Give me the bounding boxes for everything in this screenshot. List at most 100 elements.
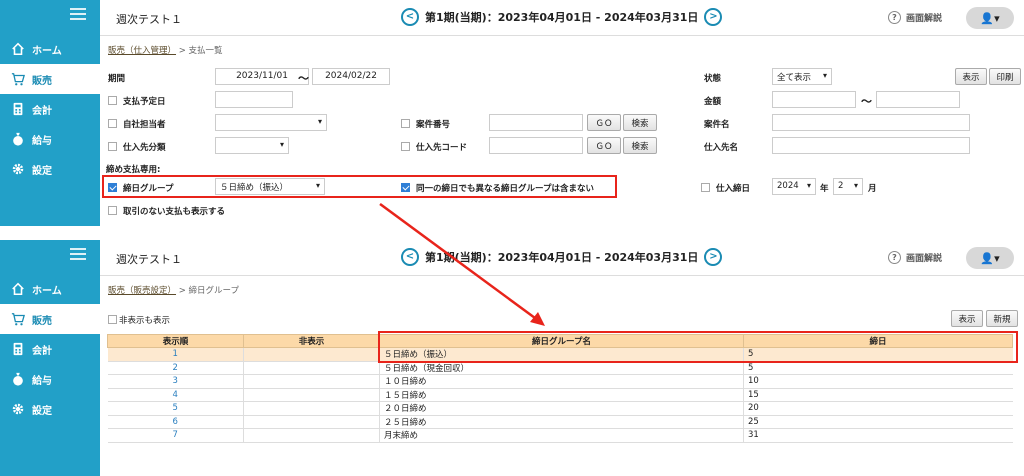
purchase-close-checkbox[interactable] (701, 183, 710, 192)
question-icon: ? (888, 11, 901, 24)
row-order-link[interactable]: 5 (107, 401, 244, 416)
gear-icon (10, 161, 26, 177)
money-bag-icon (10, 371, 26, 387)
question-icon: ? (888, 251, 901, 264)
home-icon (10, 41, 26, 57)
breadcrumb-current: 締日グループ (188, 286, 240, 296)
next-period-button[interactable]: > (704, 248, 723, 266)
due-date-checkbox[interactable] (108, 96, 117, 105)
amount-from-input[interactable] (772, 91, 856, 108)
month-select[interactable]: 2 (833, 178, 863, 195)
row-name: ２５日締め (379, 415, 744, 429)
row-order-link[interactable]: 3 (107, 374, 244, 389)
new-button[interactable]: 新規 (986, 310, 1018, 327)
table-row[interactable]: 6 ２５日締め 25 (107, 415, 1013, 429)
period-selector: < 第1期(当期)：2023年04月01日 - 2024年03月31日 > (395, 248, 728, 266)
breadcrumb-sep: > (176, 286, 189, 296)
row-hidden (243, 374, 380, 389)
prev-period-button[interactable]: < (401, 248, 419, 266)
sidebar-item-accounting[interactable]: 会計 (0, 334, 100, 364)
calculator-icon (10, 341, 26, 357)
sidebar-item-home[interactable]: ホーム (0, 34, 100, 64)
supplier-class-checkbox[interactable] (108, 142, 117, 151)
column-header: 非表示 (243, 334, 380, 348)
amount-to-input[interactable] (876, 91, 960, 108)
prev-period-button[interactable]: < (401, 8, 419, 26)
table-row[interactable]: 7 月末締め 31 (107, 428, 1013, 443)
row-name: ５日締め（現金回収） (379, 361, 744, 375)
staff-select[interactable] (215, 114, 327, 131)
next-period-button[interactable]: > (704, 8, 723, 26)
date-from-input[interactable]: 2023/11/01 (215, 68, 309, 85)
sidebar-item-settings[interactable]: 設定 (0, 154, 100, 184)
row-order-link[interactable]: 2 (107, 361, 244, 375)
project-no-label: 案件番号 (416, 120, 451, 130)
show-hidden-checkbox[interactable] (108, 315, 117, 324)
project-search-button[interactable]: 検索 (623, 114, 657, 131)
help-link[interactable]: ? 画面解説 (888, 251, 942, 264)
user-menu-button[interactable]: 👤▾ (966, 7, 1014, 29)
amount-tilde: 〜 (861, 95, 872, 108)
app-title: 週次テスト１ (116, 13, 182, 26)
sidebar-item-home[interactable]: ホーム (0, 274, 100, 304)
row-order-link[interactable]: 4 (107, 388, 244, 402)
row-day: 25 (743, 415, 1013, 429)
show-button[interactable]: 表示 (951, 310, 983, 327)
sidebar-item-sales[interactable]: 販売 (0, 304, 100, 334)
sidebar-item-payroll[interactable]: 給与 (0, 364, 100, 394)
column-header: 表示順 (107, 334, 244, 348)
home-icon (10, 281, 26, 297)
sidebar-item-label: ホーム (32, 45, 62, 57)
supplier-code-checkbox[interactable] (401, 142, 410, 151)
sidebar-item-accounting[interactable]: 会計 (0, 94, 100, 124)
status-select[interactable]: 全て表示 (772, 68, 832, 85)
supplier-search-button[interactable]: 検索 (623, 137, 657, 154)
due-date-input[interactable] (215, 91, 293, 108)
period-label: 第1期(当期)：2023年04月01日 - 2024年03月31日 (425, 251, 699, 264)
table-row[interactable]: 2 ５日締め（現金回収） 5 (107, 361, 1013, 375)
row-order-link[interactable]: 1 (107, 347, 244, 362)
status-label: 状態 (704, 74, 722, 84)
table-row[interactable]: 4 １５日締め 15 (107, 388, 1013, 402)
header: 週次テスト１ < 第1期(当期)：2023年04月01日 - 2024年03月3… (100, 0, 1024, 36)
supplier-go-button[interactable]: ＧＯ (587, 137, 621, 154)
supplier-name-label: 仕入先名 (704, 143, 739, 153)
date-to-input[interactable]: 2024/02/22 (312, 68, 390, 85)
supplier-code-input[interactable] (489, 137, 583, 154)
no-transaction-label: 取引のない支払も表示する (123, 207, 226, 217)
row-order-link[interactable]: 6 (107, 415, 244, 429)
project-go-button[interactable]: ＧＯ (587, 114, 621, 131)
supplier-code-label: 仕入先コード (416, 143, 468, 153)
project-no-checkbox[interactable] (401, 119, 410, 128)
supplier-name-input[interactable] (772, 137, 970, 154)
money-bag-icon (10, 131, 26, 147)
year-select[interactable]: 2024 (772, 178, 816, 195)
sidebar-item-sales[interactable]: 販売 (0, 64, 100, 94)
no-transaction-checkbox[interactable] (108, 206, 117, 215)
sidebar-item-payroll[interactable]: 給与 (0, 124, 100, 154)
breadcrumb-link[interactable]: 販売（販売設定） (108, 286, 176, 296)
range-tilde: 〜 (298, 72, 309, 85)
help-link[interactable]: ? 画面解説 (888, 11, 942, 24)
period-label: 第1期(当期)：2023年04月01日 - 2024年03月31日 (425, 11, 699, 24)
calculator-icon (10, 101, 26, 117)
sidebar-item-label: 会計 (32, 105, 52, 117)
breadcrumb-link[interactable]: 販売（仕入管理） (108, 46, 176, 56)
supplier-class-select[interactable] (215, 137, 289, 154)
due-date-label: 支払予定日 (123, 97, 166, 107)
hamburger-icon[interactable] (70, 248, 86, 260)
sidebar-item-settings[interactable]: 設定 (0, 394, 100, 424)
table-row[interactable]: 5 ２０日締め 20 (107, 401, 1013, 416)
row-order-link[interactable]: 7 (107, 428, 244, 443)
row-name: 月末締め (379, 428, 744, 443)
user-menu-button[interactable]: 👤▾ (966, 247, 1014, 269)
staff-checkbox[interactable] (108, 119, 117, 128)
hamburger-icon[interactable] (70, 8, 86, 20)
project-no-input[interactable] (489, 114, 583, 131)
project-name-input[interactable] (772, 114, 970, 131)
show-button[interactable]: 表示 (955, 68, 987, 85)
row-hidden (243, 361, 380, 375)
print-button[interactable]: 印刷 (989, 68, 1021, 85)
sidebar-item-label: ホーム (32, 285, 62, 297)
table-row[interactable]: 3 １０日締め 10 (107, 374, 1013, 389)
